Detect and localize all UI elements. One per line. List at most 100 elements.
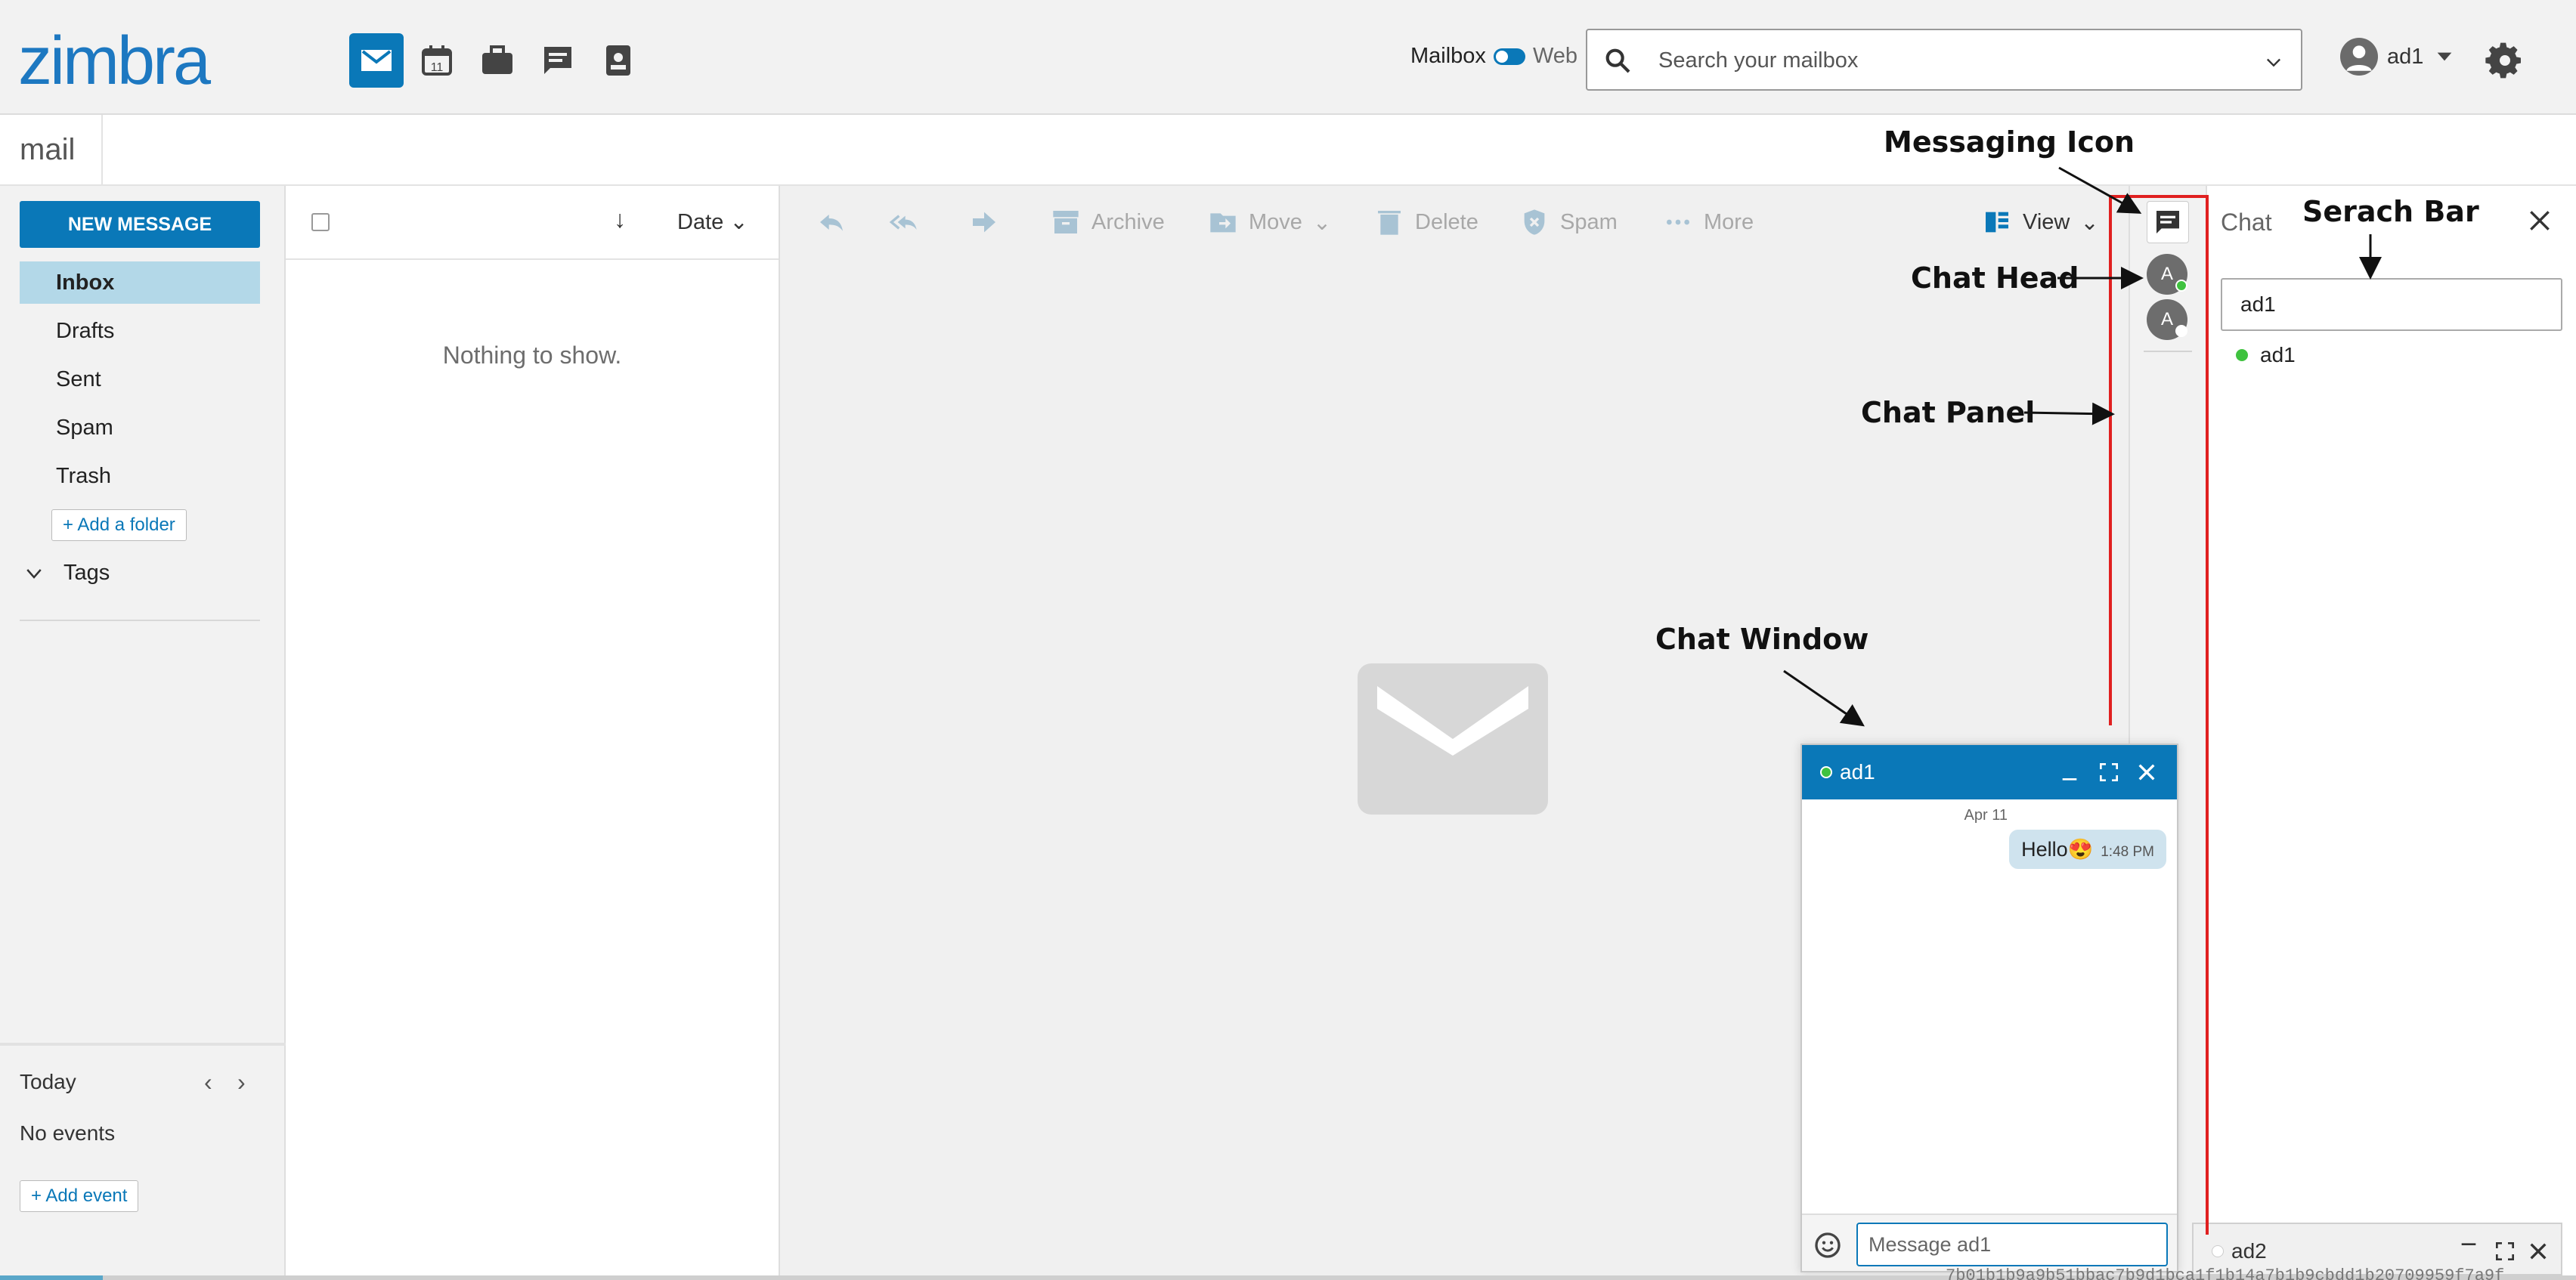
- search-bar[interactable]: [1586, 29, 2302, 91]
- reply-all-button[interactable]: [889, 207, 919, 237]
- chevron-down-icon[interactable]: [2263, 51, 2284, 73]
- annotation-messaging-icon: Messaging Icon: [1884, 125, 2135, 159]
- calendar-icon: 11: [422, 45, 452, 76]
- expand-icon[interactable]: [2493, 1239, 2517, 1263]
- chat-head[interactable]: A: [2147, 299, 2187, 340]
- more-button[interactable]: More: [1663, 207, 1754, 237]
- no-events-text: No events: [20, 1121, 116, 1145]
- online-status-dot: [1820, 766, 1832, 778]
- close-icon[interactable]: [2526, 1239, 2550, 1263]
- move-label: Move: [1249, 209, 1302, 234]
- message-text: Hello😍: [2021, 838, 2094, 861]
- delete-button[interactable]: Delete: [1374, 207, 1478, 237]
- folder-move-icon: [1210, 213, 1236, 233]
- user-menu[interactable]: ad1: [2340, 38, 2457, 76]
- chat-app-button[interactable]: [531, 33, 585, 88]
- divider: [20, 620, 260, 621]
- minimize-icon[interactable]: [2057, 760, 2082, 784]
- message-list: ↓ Date ⌄ Nothing to show.: [286, 186, 780, 1275]
- chat-window: ad1 Apr 11 Hello😍 1:48 PM: [1800, 744, 2178, 1272]
- chat-message-input[interactable]: [1856, 1223, 2168, 1266]
- folder-drafts[interactable]: Drafts: [20, 310, 260, 352]
- archive-icon: [1053, 211, 1079, 233]
- expand-icon[interactable]: [2097, 760, 2121, 784]
- chevron-down-icon: ⌄: [729, 210, 748, 234]
- folder-inbox[interactable]: Inbox: [20, 261, 260, 304]
- chat-icon: [2156, 211, 2179, 233]
- chat-head[interactable]: A: [2147, 254, 2187, 295]
- sub-header: mail: [0, 115, 2576, 186]
- add-folder-button[interactable]: + Add a folder: [51, 509, 187, 541]
- archive-label: Archive: [1091, 209, 1165, 234]
- folder-trash[interactable]: Trash: [20, 455, 260, 497]
- app-tab-mail[interactable]: mail: [0, 115, 103, 186]
- message-date: Apr 11: [1964, 807, 2008, 824]
- reply-button[interactable]: [816, 207, 847, 237]
- user-icon: [2346, 45, 2372, 71]
- sort-direction-icon[interactable]: ↓: [614, 206, 626, 233]
- archive-button[interactable]: Archive: [1051, 207, 1165, 237]
- chevron-down-icon: ⌄: [2080, 210, 2099, 235]
- tags-section[interactable]: Tags: [23, 561, 110, 586]
- select-all-checkbox[interactable]: [311, 213, 330, 231]
- mail-app-button[interactable]: [349, 33, 404, 88]
- online-status-dot: [2175, 280, 2187, 292]
- chat-search-input[interactable]: [2221, 278, 2562, 331]
- mode-switch[interactable]: Mailbox Web: [1410, 44, 1577, 69]
- view-button[interactable]: View ⌄: [1982, 207, 2099, 237]
- chat-window-title: ad1: [1820, 760, 1875, 784]
- message-toolbar: Archive Move ⌄ Delete Spam More View ⌄: [780, 186, 2129, 260]
- move-button[interactable]: Move ⌄: [1208, 207, 1331, 237]
- annotation-chat-head: Chat Head: [1911, 261, 2079, 295]
- briefcase-app-button[interactable]: [470, 33, 525, 88]
- caret-down-icon: [2438, 52, 2452, 61]
- delete-label: Delete: [1415, 209, 1478, 234]
- chevron-left-icon[interactable]: ‹: [204, 1068, 212, 1096]
- folder-sent[interactable]: Sent: [20, 358, 260, 400]
- chevron-down-icon: [26, 568, 42, 579]
- add-event-button[interactable]: + Add event: [20, 1180, 139, 1212]
- close-icon[interactable]: [2135, 760, 2159, 784]
- minimize-icon[interactable]: [2457, 1236, 2481, 1260]
- status-accent: [0, 1275, 103, 1280]
- chat-contact-item[interactable]: ad1: [2236, 343, 2296, 367]
- chat-compose: [1802, 1214, 2177, 1271]
- sidebar: NEW MESSAGE Inbox Drafts Sent Spam Trash…: [0, 186, 286, 1275]
- new-message-button[interactable]: NEW MESSAGE: [20, 201, 260, 248]
- mode-toggle[interactable]: [1493, 48, 1525, 65]
- zimbra-logo[interactable]: zimbra: [18, 23, 211, 100]
- chat-icon: [544, 47, 571, 74]
- footer-hash: 7b01b1b9a9b51bbac7b9d1bca1f1b14a7b1b9cbd…: [1946, 1266, 2505, 1280]
- message-bubble: Hello😍 1:48 PM: [2009, 830, 2166, 869]
- empty-list-message: Nothing to show.: [442, 342, 622, 369]
- chevron-down-icon: ⌄: [1312, 210, 1332, 235]
- trash-icon: [1378, 211, 1401, 235]
- divider: [2144, 351, 2192, 352]
- forward-button[interactable]: [969, 207, 999, 237]
- chat-window-header[interactable]: ad1: [1802, 745, 2177, 799]
- chevron-right-icon[interactable]: ›: [237, 1068, 246, 1096]
- chat-contact-name: ad1: [1840, 760, 1875, 784]
- emoji-icon[interactable]: [1813, 1230, 1843, 1260]
- gear-icon[interactable]: [2484, 39, 2526, 82]
- mode-web-label: Web: [1532, 44, 1578, 68]
- spam-button[interactable]: Spam: [1519, 207, 1618, 237]
- messaging-button[interactable]: [2147, 201, 2189, 243]
- annotation-search-bar: Serach Bar: [2302, 195, 2479, 228]
- contacts-app-button[interactable]: [591, 33, 646, 88]
- contacts-icon: [606, 45, 630, 76]
- search-input[interactable]: [1658, 41, 2233, 80]
- contact-name: ad1: [2260, 343, 2296, 366]
- highlight-box: [2110, 195, 2209, 198]
- close-icon[interactable]: [2525, 206, 2555, 236]
- offline-status-dot: [2175, 325, 2187, 337]
- empty-mail-icon: [1358, 663, 1548, 815]
- search-icon: [1605, 48, 1630, 73]
- sort-field-dropdown[interactable]: Date ⌄: [677, 209, 748, 235]
- folder-spam[interactable]: Spam: [20, 407, 260, 449]
- calendar-app-button[interactable]: 11: [410, 33, 464, 88]
- mode-mailbox-label: Mailbox: [1410, 44, 1486, 68]
- briefcase-icon: [482, 45, 512, 74]
- more-icon: [1667, 219, 1689, 225]
- highlight-box: [2109, 195, 2112, 725]
